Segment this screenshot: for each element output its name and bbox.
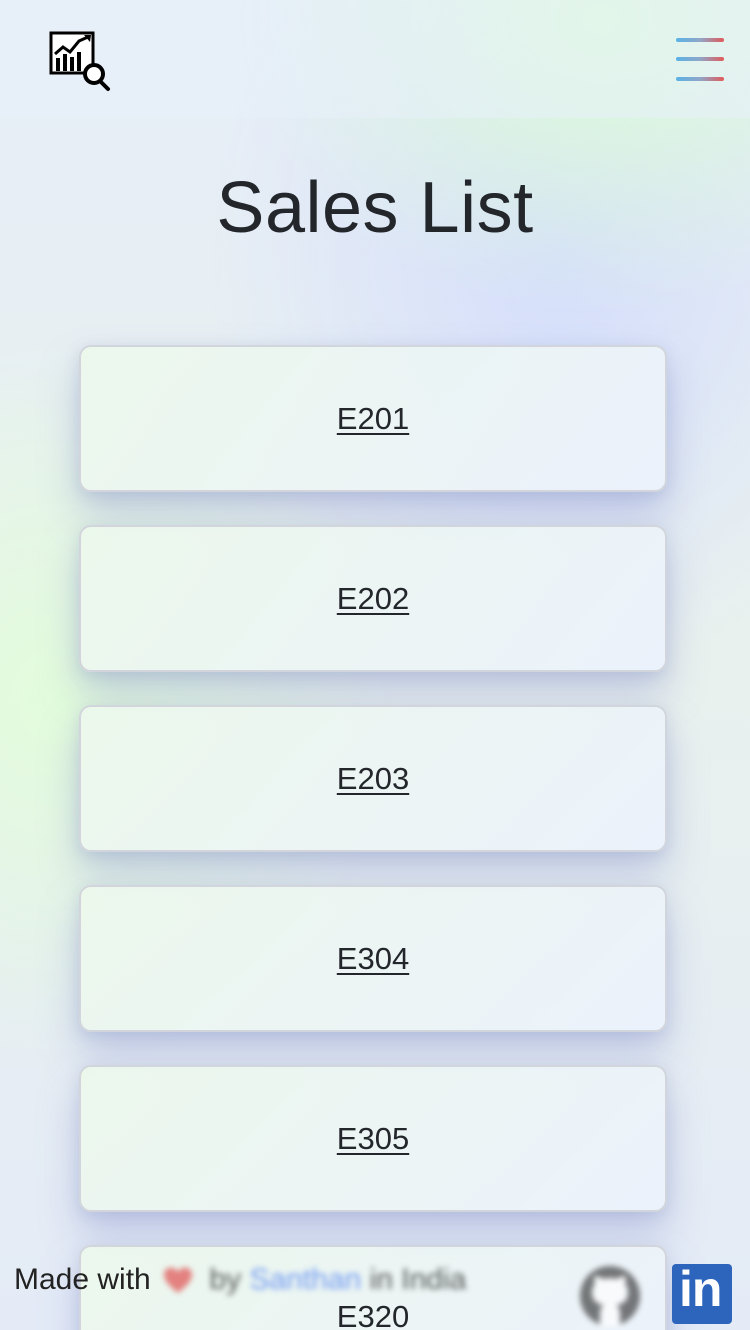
github-icon[interactable] <box>578 1264 642 1328</box>
sale-card[interactable]: E304 <box>79 885 667 1032</box>
sale-card[interactable]: E305 <box>79 1065 667 1212</box>
linkedin-icon[interactable]: in <box>672 1261 732 1324</box>
sale-card[interactable]: E201 <box>79 345 667 492</box>
sale-card[interactable]: E203 <box>79 705 667 852</box>
sale-link[interactable]: E202 <box>337 581 409 617</box>
by-text: by <box>209 1263 242 1296</box>
location-text: in India <box>369 1263 467 1296</box>
sale-link[interactable]: E304 <box>337 941 409 977</box>
sale-link[interactable]: E305 <box>337 1121 409 1157</box>
author-link[interactable]: Santhan <box>249 1263 361 1296</box>
footer-credit: Made with by Santhan in India <box>14 1260 466 1300</box>
footer: Made with by Santhan in India in <box>0 1240 750 1330</box>
sales-list: E201 E202 E203 E304 E305 E320 <box>0 0 750 1330</box>
sale-link[interactable]: E203 <box>337 761 409 797</box>
made-with-text: Made with <box>14 1263 151 1296</box>
sale-link[interactable]: E201 <box>337 401 409 437</box>
linkedin-label: in <box>679 1261 722 1317</box>
heart-icon <box>163 1265 193 1293</box>
sale-card[interactable]: E202 <box>79 525 667 672</box>
